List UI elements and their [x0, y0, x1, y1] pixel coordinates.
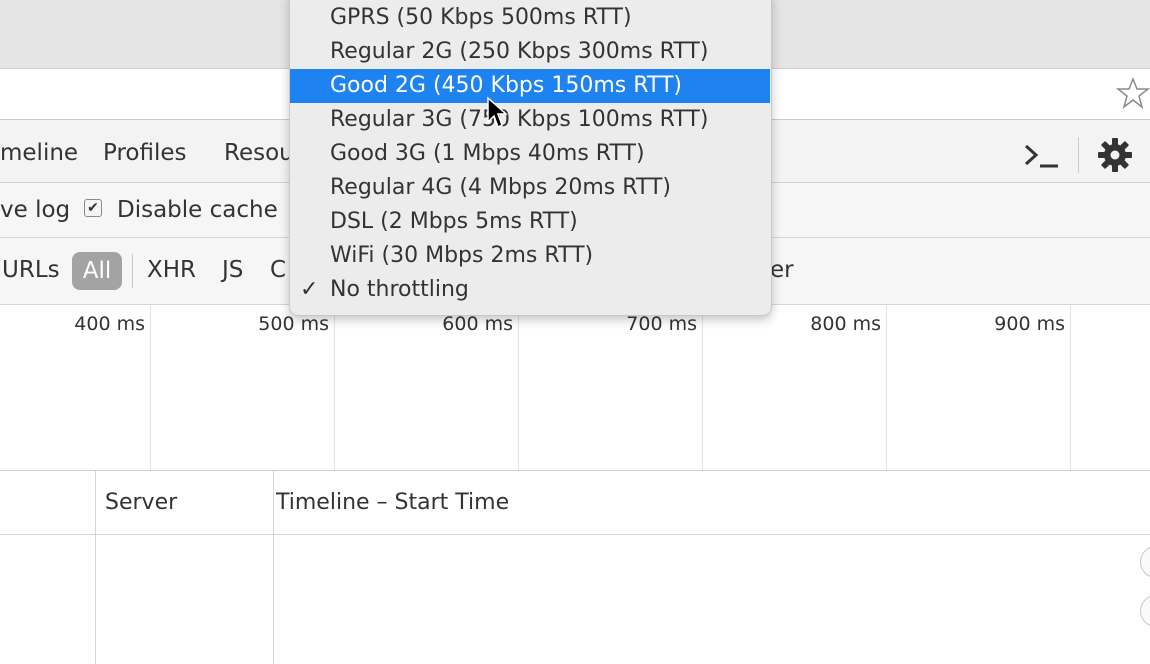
gear-icon[interactable] — [1097, 137, 1133, 173]
menu-item-label: GPRS (50 Kbps 500ms RTT) — [330, 5, 632, 30]
menu-item-wifi[interactable]: WiFi (30 Mbps 2ms RTT) — [290, 239, 770, 273]
tick-label: 400 ms — [74, 313, 145, 335]
scroll-handle[interactable] — [1140, 546, 1150, 578]
filter-css-button[interactable]: C — [270, 257, 286, 283]
menu-item-dsl[interactable]: DSL (2 Mbps 5ms RTT) — [290, 205, 770, 239]
menu-item-label: WiFi (30 Mbps 2ms RTT) — [330, 243, 594, 268]
tick-line — [1070, 305, 1071, 470]
tab-timeline[interactable]: meline — [0, 140, 78, 166]
disable-cache-label[interactable]: Disable cache — [117, 197, 278, 223]
filter-xhr-button[interactable]: XHR — [147, 257, 196, 283]
menu-item-good-2g[interactable]: Good 2G (450 Kbps 150ms RTT) — [290, 69, 770, 103]
tab-resources[interactable]: Resou — [224, 140, 294, 166]
scroll-handle[interactable] — [1140, 595, 1150, 627]
checkbox-check-icon: ✔ — [87, 200, 99, 216]
filter-other-button[interactable]: er — [770, 257, 794, 283]
tick-label: 500 ms — [258, 313, 329, 335]
column-header-timeline[interactable]: Timeline – Start Time — [276, 490, 509, 515]
menu-item-gprs[interactable]: GPRS (50 Kbps 500ms RTT) — [290, 1, 770, 35]
column-divider[interactable] — [273, 471, 274, 664]
filter-all-button[interactable]: All — [72, 252, 122, 290]
tick-line — [886, 305, 887, 470]
tick-label: 600 ms — [442, 313, 513, 335]
tick-line — [334, 305, 335, 470]
checkmark-icon: ✓ — [300, 277, 319, 302]
filter-urls-label: URLs — [2, 257, 60, 283]
menu-item-label: No throttling — [330, 277, 469, 302]
console-icon[interactable] — [1022, 140, 1060, 172]
menu-item-label: Good 3G (1 Mbps 40ms RTT) — [330, 141, 645, 166]
disable-cache-checkbox[interactable]: ✔ — [84, 199, 102, 217]
mouse-cursor-icon — [487, 96, 508, 129]
column-divider[interactable] — [95, 471, 96, 664]
menu-item-label: Regular 3G (750 Kbps 100ms RTT) — [330, 107, 709, 132]
menu-item-no-throttling[interactable]: ✓ No throttling — [290, 273, 770, 307]
filter-separator — [132, 254, 133, 288]
menu-item-regular-4g[interactable]: Regular 4G (4 Mbps 20ms RTT) — [290, 171, 770, 205]
menu-item-label: Regular 4G (4 Mbps 20ms RTT) — [330, 175, 671, 200]
preserve-log-label[interactable]: ve log — [0, 197, 70, 223]
column-header-server[interactable]: Server — [105, 490, 177, 515]
tick-label: 800 ms — [810, 313, 881, 335]
filter-js-button[interactable]: JS — [222, 257, 243, 283]
menu-item-good-3g[interactable]: Good 3G (1 Mbps 40ms RTT) — [290, 137, 770, 171]
star-icon[interactable] — [1116, 76, 1150, 110]
menu-item-label: DSL (2 Mbps 5ms RTT) — [330, 209, 578, 234]
toolbar-divider — [1078, 137, 1079, 173]
tick-label: 700 ms — [626, 313, 697, 335]
tick-label: 900 ms — [994, 313, 1065, 335]
tab-profiles[interactable]: Profiles — [103, 140, 187, 166]
tick-line — [518, 305, 519, 470]
menu-item-regular-2g[interactable]: Regular 2G (250 Kbps 300ms RTT) — [290, 35, 770, 69]
menu-item-regular-3g[interactable]: Regular 3G (750 Kbps 100ms RTT) — [290, 103, 770, 137]
tick-line — [150, 305, 151, 470]
menu-item-label: Regular 2G (250 Kbps 300ms RTT) — [330, 39, 709, 64]
tick-line — [702, 305, 703, 470]
